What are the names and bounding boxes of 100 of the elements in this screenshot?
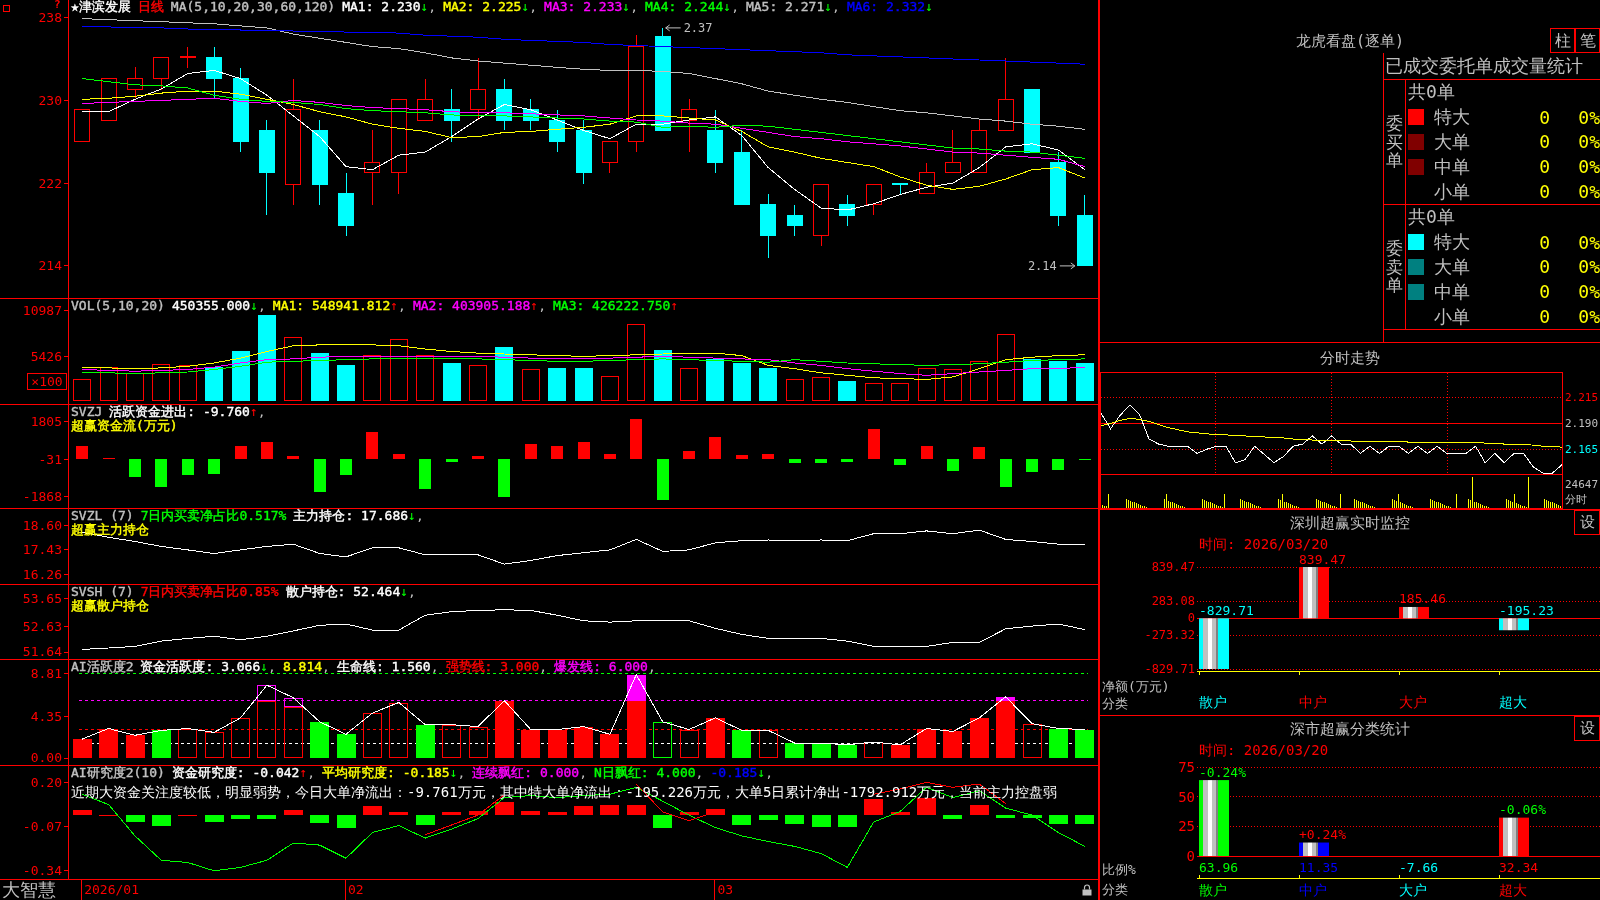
indicator-label: ★津滨发展 — [71, 0, 131, 14]
trend-arrow: ↑ — [299, 766, 308, 780]
view-button[interactable]: 笔 — [1575, 28, 1600, 53]
axis-label: -0.07 — [22, 819, 62, 835]
trend-arrow: ↓ — [521, 0, 530, 14]
axis-caption: 分类 — [1102, 695, 1128, 711]
count-value: 0 — [1538, 306, 1551, 328]
activity-bar — [679, 729, 699, 759]
activity-bar — [600, 734, 620, 759]
activity-bar — [1048, 728, 1068, 759]
candle — [813, 183, 829, 247]
separator-text: , — [647, 660, 656, 674]
axis-label: 1805 — [30, 414, 62, 430]
activity-bar — [99, 728, 119, 759]
value-label: -195.23 — [1499, 602, 1554, 618]
axis-label: 2.190 — [1565, 417, 1599, 430]
count-value: 0 — [1538, 131, 1551, 153]
separator-text: , — [579, 766, 587, 780]
candle — [681, 98, 697, 153]
trend-arrow: ↓ — [925, 0, 933, 14]
research-bar — [785, 815, 805, 824]
chart-bar — [1499, 618, 1529, 631]
time-label: 时间: 2026/03/20 — [1199, 742, 1329, 758]
separator-text: , — [408, 584, 416, 599]
panel-title: 龙虎看盘(逐单) — [1295, 31, 1405, 50]
axis-label: 52.63 — [22, 618, 62, 634]
settings-button[interactable]: 设 — [1574, 716, 1600, 741]
flow-bar — [709, 437, 722, 459]
indicator-label: 7日内买卖净占比0.85% — [140, 584, 279, 599]
flow-bar — [366, 432, 379, 459]
research-bar — [890, 812, 910, 816]
volume-bar — [680, 367, 698, 401]
activity-bar — [864, 742, 884, 759]
volume-bar — [891, 382, 910, 401]
order-size-label: 大单 — [1434, 255, 1471, 279]
axis-label: 214 — [38, 258, 62, 274]
table-title: 已成交委托单成交量统计 — [1384, 53, 1600, 80]
indicator-label: 450355.000 — [171, 299, 251, 313]
research-bar — [283, 810, 303, 816]
axis-label: 8.81 — [30, 666, 62, 682]
indicator-label: MA5: 2.271 — [745, 0, 825, 14]
flow-bar — [445, 458, 458, 462]
trend-arrow: ↓ — [260, 660, 269, 674]
volume-bar — [864, 382, 883, 401]
indicator-label: N日飘红: 4.000 — [594, 766, 696, 780]
volume-bar — [970, 361, 989, 401]
indicator-label: 日线 — [137, 0, 164, 14]
indicator-label: SVSH (7) — [71, 584, 134, 599]
lock-icon[interactable] — [1082, 884, 1092, 896]
axis-label: 238 — [38, 10, 62, 26]
flow-bar — [129, 458, 141, 478]
trend-arrow: ↑ — [530, 299, 539, 313]
indicator-label: MA4: 2.244 — [645, 0, 724, 14]
flow-bar — [920, 446, 933, 459]
axis-label: 230 — [38, 92, 62, 108]
category-label: 中户 — [1299, 694, 1327, 710]
volume-bar — [337, 364, 355, 401]
side-label: 委卖单 — [1386, 238, 1403, 296]
axis-label: 0.20 — [30, 774, 62, 790]
volume-bar — [126, 372, 144, 401]
ratio-value: -7.66 — [1399, 859, 1439, 875]
count-value: 0 — [1538, 256, 1551, 278]
candle — [470, 57, 486, 121]
total-label: 共0单 — [1408, 205, 1456, 230]
brand-name: 大智慧 — [2, 880, 56, 900]
flow-bar — [472, 455, 484, 459]
trend-arrow: ↓ — [757, 766, 766, 780]
flow-bar — [735, 454, 748, 459]
settings-button[interactable]: 设 — [1574, 510, 1600, 535]
time-label: 时间: 2026/03/20 — [1199, 536, 1329, 552]
volume-bar — [574, 367, 593, 401]
count-value: 0 — [1538, 156, 1551, 178]
research-bar — [72, 809, 92, 816]
axis-caption: 分类 — [1102, 881, 1128, 897]
indicator-label: MA2: 403905.188 — [412, 299, 531, 313]
flow-bar — [76, 446, 89, 459]
chart-bar — [1199, 618, 1229, 669]
trend-arrow: ↓ — [400, 584, 409, 599]
indicator-label: 连续飘红: 0.000 — [472, 766, 580, 780]
indicator-label: 资金活跃度: 3.066 — [140, 660, 261, 674]
candle — [127, 66, 143, 99]
price-label: 2.14 — [1027, 258, 1057, 273]
research-bar — [1048, 815, 1068, 825]
volume-bar — [389, 339, 408, 401]
research-bar — [415, 815, 435, 825]
flow-bar — [419, 458, 432, 490]
volume-bar — [838, 381, 857, 401]
view-button[interactable]: 柱 — [1550, 28, 1575, 53]
separator-text: , — [257, 405, 266, 419]
trend-arrow: ↑ — [249, 405, 258, 419]
count-value: 0 — [1538, 106, 1551, 128]
flow-bar — [656, 458, 669, 500]
candle — [918, 162, 935, 194]
indicator-label: 资金研究度: -0.042 — [171, 766, 300, 780]
axis-label: -31 — [38, 451, 62, 467]
help-mark[interactable]: ? — [54, 0, 61, 10]
activity-bar — [231, 717, 250, 759]
research-bar — [600, 805, 620, 816]
research-bar — [389, 812, 409, 816]
square-icon[interactable] — [3, 5, 10, 12]
